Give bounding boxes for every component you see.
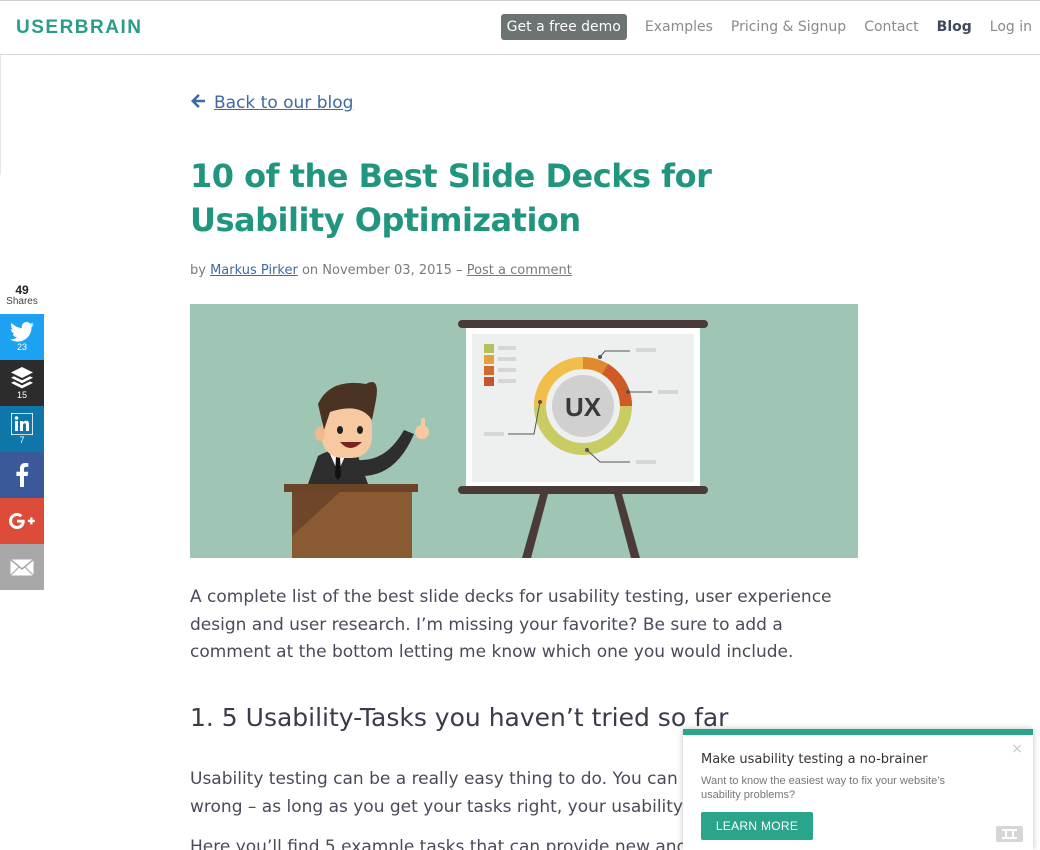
share-total: 49 Shares [0, 283, 44, 307]
userbrain-logo[interactable]: USERBRAIN [16, 17, 142, 39]
googleplus-icon [9, 513, 35, 529]
byline-by: by [190, 263, 206, 278]
email-icon [10, 558, 34, 576]
main-nav: Get a free demo Examples Pricing & Signu… [500, 14, 1032, 40]
nav-blog-link[interactable]: Blog [937, 19, 972, 35]
article-title: 10 of the Best Slide Decks for Usability… [190, 157, 712, 239]
learn-more-button[interactable]: LEARN MORE [701, 812, 813, 840]
popup-heading: Make usability testing a no-brainer [701, 752, 928, 767]
popup-close-icon[interactable]: × [1011, 741, 1023, 757]
post-comment-link[interactable]: Post a comment [467, 263, 572, 278]
nav-examples-link[interactable]: Examples [645, 19, 713, 35]
back-to-blog-label: Back to our blog [214, 93, 354, 113]
nav-pricing-link[interactable]: Pricing & Signup [731, 19, 846, 35]
article-byline: by Markus Pirker on November 03, 2015 – … [190, 263, 572, 278]
linkedin-icon [11, 413, 33, 435]
newsletter-popup: × Make usability testing a no-brainer Wa… [683, 729, 1033, 850]
linkedin-share-count: 7 [19, 435, 25, 445]
top-navbar: USERBRAIN Get a free demo Examples Prici… [0, 0, 1040, 55]
share-facebook-button[interactable] [0, 452, 44, 498]
presenter-illustration: UX [284, 320, 708, 558]
byline-date: on November 03, 2015 – [301, 263, 463, 278]
buffer-share-count: 15 [16, 390, 27, 400]
popup-branding-icon[interactable] [996, 826, 1023, 842]
share-buffer-button[interactable]: 15 [0, 360, 44, 406]
share-total-count: 49 [15, 283, 29, 297]
share-email-button[interactable] [0, 544, 44, 590]
buffer-icon [10, 366, 34, 390]
hero-illustration: UX [190, 304, 858, 558]
back-to-blog-link[interactable]: Back to our blog [190, 93, 353, 113]
section-heading: 1. 5 Usability-Tasks you haven’t tried s… [190, 703, 729, 732]
share-linkedin-button[interactable]: 7 [0, 406, 44, 452]
author-link[interactable]: Markus Pirker [210, 263, 298, 278]
facebook-icon [15, 463, 29, 487]
twitter-share-count: 23 [16, 342, 27, 352]
arrow-left-icon [190, 93, 206, 113]
twitter-icon [10, 322, 34, 342]
article-intro: A complete list of the best slide decks … [190, 587, 832, 662]
share-twitter-button[interactable]: 23 [0, 314, 44, 360]
nav-contact-link[interactable]: Contact [864, 19, 918, 35]
hero-ux-label: UX [565, 392, 602, 422]
share-sidebar: 49 Shares 23 15 7 [0, 283, 44, 590]
left-edge-divider [0, 55, 1, 175]
share-total-label: Shares [6, 296, 38, 307]
free-demo-button[interactable]: Get a free demo [500, 14, 627, 40]
share-googleplus-button[interactable] [0, 498, 44, 544]
nav-login-link[interactable]: Log in [990, 19, 1032, 35]
popup-text: Want to know the easiest way to fix your… [701, 775, 945, 801]
